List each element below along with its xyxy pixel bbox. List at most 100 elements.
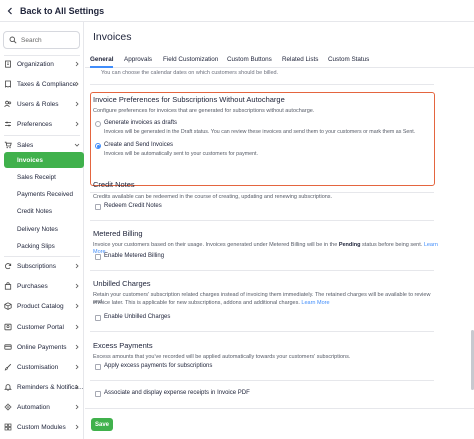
tab-approvals[interactable]: Approvals: [124, 56, 152, 63]
sidebar-item-product-catalog[interactable]: Product Catalog: [0, 298, 84, 314]
unbilled-charges-desc-2: invoice later. This is applicable for ne…: [93, 300, 438, 307]
chevron-right-icon: [74, 384, 80, 390]
brush-icon: [4, 363, 12, 371]
sidebar-subitem-packing-slips[interactable]: Packing Slips: [17, 243, 55, 250]
tab-custom-buttons[interactable]: Custom Buttons: [227, 56, 272, 63]
metered-billing-title: Metered Billing: [93, 229, 143, 238]
chevron-right-icon: [74, 364, 80, 370]
gear-icon: [4, 403, 12, 411]
active-tab-indicator: [90, 66, 113, 68]
sidebar-item-label: Automation: [17, 403, 50, 411]
cart-icon: [4, 141, 12, 149]
expense-receipts-checkbox[interactable]: [95, 391, 101, 397]
billing-dates-note: You can choose the calendar dates on whi…: [101, 70, 279, 76]
expense-receipts-label[interactable]: Associate and display expense receipts i…: [104, 390, 250, 396]
sidebar-item-label: Subscriptions: [17, 262, 57, 270]
tab-field-customization[interactable]: Field Customization: [163, 56, 218, 63]
chevron-right-icon: [74, 263, 80, 269]
pending-status-text: Pending: [338, 242, 361, 248]
sidebar-subitem-sales-receipt[interactable]: Sales Receipt: [17, 174, 56, 181]
metered-desc-text: Invoice your customers based on their us…: [93, 242, 339, 248]
sidebar-item-taxes[interactable]: Taxes & Compliance: [0, 76, 84, 92]
credit-notes-desc: Credits available can be redeemed in the…: [93, 194, 333, 200]
sidebar-item-label: Sales: [17, 141, 34, 149]
top-bar: Back to All Settings: [0, 0, 474, 22]
box-icon: [4, 302, 12, 310]
autocharge-section-title: Invoice Preferences for Subscriptions Wi…: [93, 95, 285, 104]
chevron-down-icon: [74, 142, 80, 148]
search-input[interactable]: [21, 36, 77, 44]
chevron-right-icon: [74, 121, 80, 127]
chevron-right-icon: [74, 424, 80, 430]
tab-custom-status[interactable]: Custom Status: [328, 56, 369, 63]
create-send-label[interactable]: Create and Send Invoices: [104, 142, 173, 148]
sidebar-subitem-credit-notes[interactable]: Credit Notes: [17, 208, 52, 215]
sidebar-item-label: Users & Roles: [17, 100, 59, 108]
sidebar-item-customer-portal[interactable]: Customer Portal: [0, 319, 84, 335]
settings-sidebar: Organization Taxes & Compliance Users & …: [0, 22, 84, 439]
sidebar-item-label: Purchases: [17, 282, 48, 290]
sidebar-item-purchases[interactable]: Purchases: [0, 278, 84, 294]
unbilled-charges-title: Unbilled Charges: [93, 279, 151, 288]
sliders-icon: [4, 120, 12, 128]
tab-general[interactable]: General: [90, 56, 113, 63]
tab-related-lists[interactable]: Related Lists: [282, 56, 318, 63]
enable-metered-billing-checkbox[interactable]: [95, 254, 101, 260]
generate-drafts-desc: Invoices will be generated in the Draft …: [104, 129, 416, 135]
chevron-right-icon: [74, 81, 80, 87]
unbilled-learn-more-link[interactable]: Learn More: [301, 300, 329, 306]
divider: [90, 270, 434, 271]
chevron-left-icon[interactable]: [6, 6, 16, 16]
sidebar-item-online-payments[interactable]: Online Payments: [0, 339, 84, 355]
sidebar-item-sales[interactable]: Sales: [0, 137, 84, 153]
search-box[interactable]: [3, 31, 80, 49]
page-title: Invoices: [93, 31, 132, 43]
divider: [90, 380, 434, 381]
redeem-credit-notes-checkbox[interactable]: [95, 204, 101, 210]
sidebar-item-automation[interactable]: Automation: [0, 399, 84, 415]
sidebar-item-custom-modules[interactable]: Custom Modules: [0, 419, 84, 435]
sidebar-item-reminders[interactable]: Reminders & Notifica...: [0, 379, 84, 395]
users-icon: [4, 100, 12, 108]
sidebar-item-organization[interactable]: Organization: [0, 56, 84, 72]
sidebar-subitem-invoices[interactable]: Invoices: [4, 152, 84, 168]
sidebar-subitem-payments-received[interactable]: Payments Received: [17, 191, 73, 198]
chevron-right-icon: [74, 101, 80, 107]
sidebar-item-preferences[interactable]: Preferences: [0, 116, 84, 132]
divider: [4, 256, 80, 257]
footer-bar: Save: [85, 408, 474, 439]
sidebar-item-customisation[interactable]: Customisation: [0, 359, 84, 375]
receipt-icon: [4, 80, 12, 88]
card-icon: [4, 343, 12, 351]
divider: [90, 84, 434, 85]
create-send-radio[interactable]: [95, 143, 101, 149]
apply-excess-payments-label[interactable]: Apply excess payments for subscriptions: [104, 363, 212, 369]
chevron-right-icon: [74, 344, 80, 350]
sidebar-item-users-roles[interactable]: Users & Roles: [0, 96, 84, 112]
enable-unbilled-charges-label[interactable]: Enable Unbilled Charges: [104, 314, 170, 320]
sidebar-subitem-delivery-notes[interactable]: Delivery Notes: [17, 226, 58, 233]
grid-icon: [4, 423, 12, 431]
save-button[interactable]: Save: [91, 418, 113, 431]
chevron-right-icon: [74, 61, 80, 67]
divider: [90, 331, 434, 332]
building-icon: [4, 60, 12, 68]
enable-unbilled-charges-checkbox[interactable]: [95, 315, 101, 321]
bell-icon: [4, 383, 12, 391]
redeem-credit-notes-label[interactable]: Redeem Credit Notes: [104, 203, 162, 209]
chevron-right-icon: [74, 324, 80, 330]
sidebar-item-label: Product Catalog: [17, 302, 64, 310]
metered-desc-text-2: status before being sent.: [360, 242, 424, 248]
generate-drafts-radio[interactable]: [95, 121, 101, 127]
apply-excess-payments-checkbox[interactable]: [95, 364, 101, 370]
tab-bar: General Approvals Field Customization Cu…: [85, 54, 474, 68]
enable-metered-billing-label[interactable]: Enable Metered Billing: [104, 253, 164, 259]
chevron-right-icon: [74, 303, 80, 309]
back-to-settings-link[interactable]: Back to All Settings: [20, 6, 104, 16]
autocharge-highlight-box: [90, 92, 435, 186]
divider: [4, 135, 80, 136]
search-icon: [9, 36, 17, 44]
sidebar-item-subscriptions[interactable]: Subscriptions: [0, 258, 84, 274]
generate-drafts-label[interactable]: Generate invoices as drafts: [104, 120, 177, 126]
sidebar-item-label: Preferences: [17, 120, 53, 128]
